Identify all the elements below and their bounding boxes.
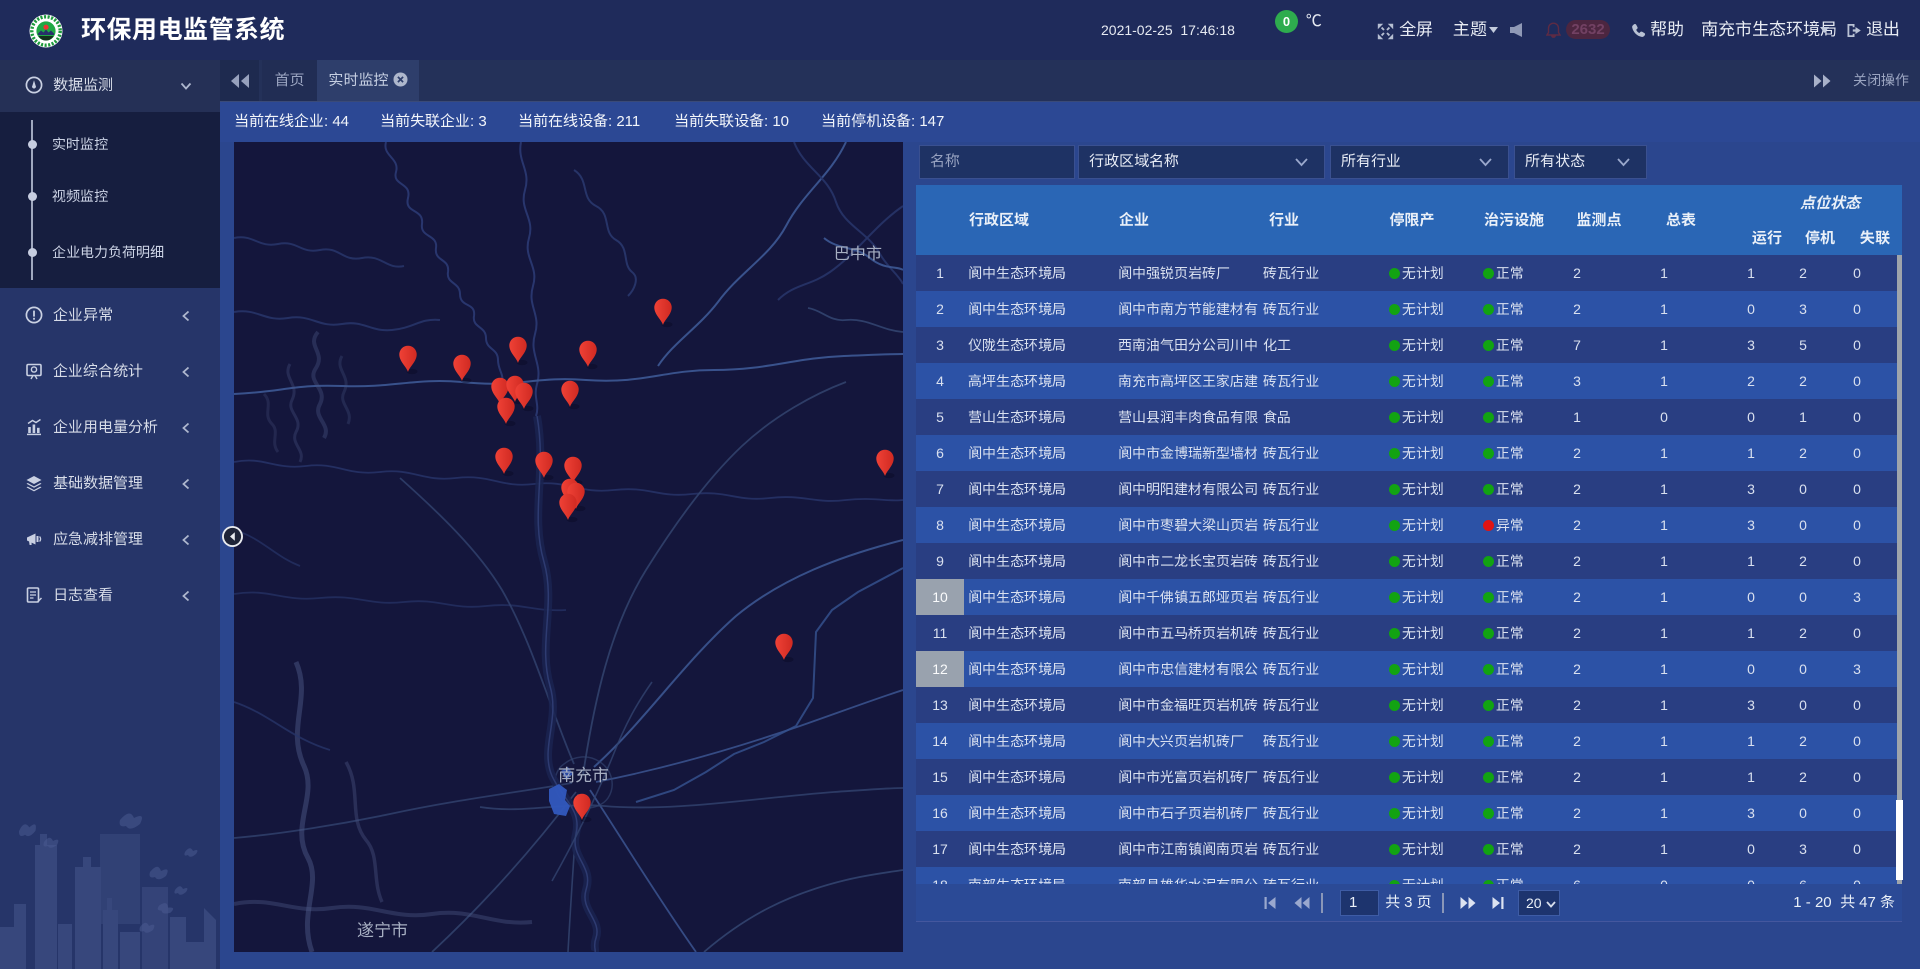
svg-text:巴中市: 巴中市 (834, 240, 882, 264)
svg-text:遂宁市: 遂宁市 (357, 916, 408, 941)
svg-text:南充市: 南充市 (558, 761, 609, 786)
